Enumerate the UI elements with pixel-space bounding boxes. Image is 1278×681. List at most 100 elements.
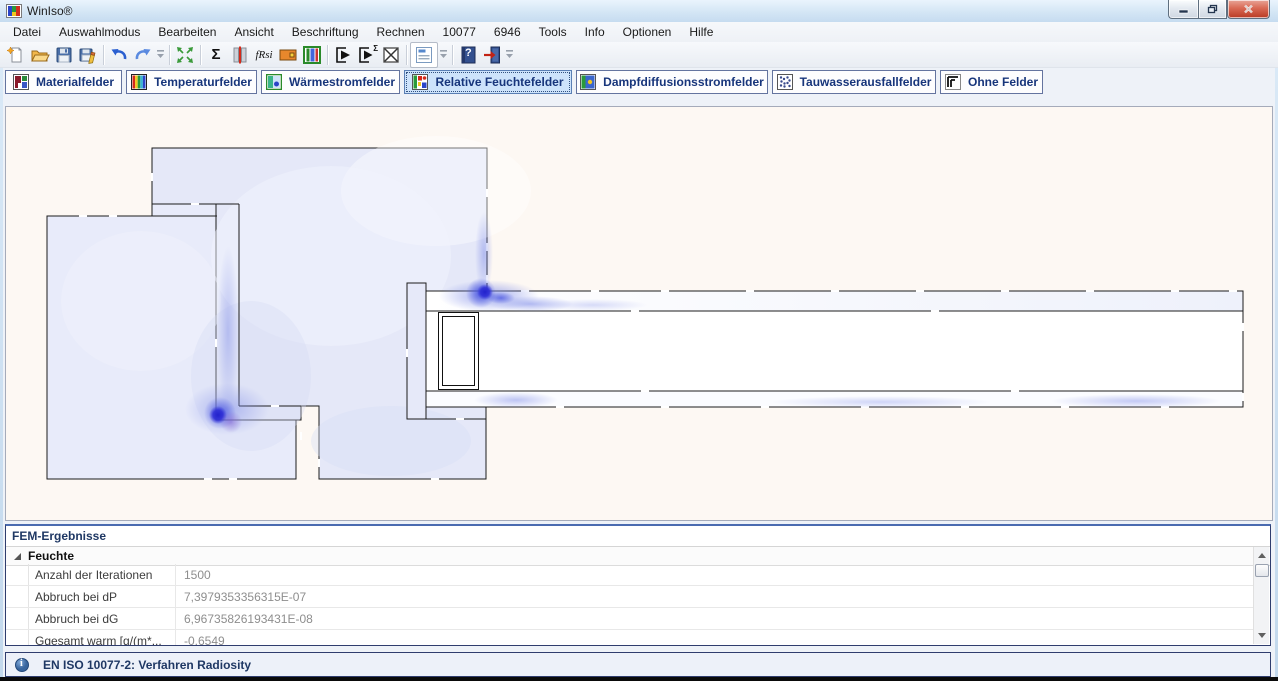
row-value: 6,96735826193431E-08 bbox=[184, 611, 313, 626]
toolbar-overflow-chevron[interactable] bbox=[438, 44, 449, 66]
row-value: 1500 bbox=[184, 567, 211, 582]
zoom-extents-icon[interactable] bbox=[173, 44, 197, 66]
row-value: 7,3979353356315E-07 bbox=[184, 589, 307, 604]
tab-dampfdiffusionsstromfelder[interactable]: Dampfdiffusionsstromfelder bbox=[576, 70, 768, 94]
new-document-icon[interactable] bbox=[4, 44, 28, 66]
fem-group-label: Feuchte bbox=[28, 549, 75, 563]
tab-temperaturfelder[interactable]: Temperaturfelder bbox=[126, 70, 257, 94]
tab-label: Ohne Felder bbox=[967, 75, 1038, 89]
cancel-calculation-icon[interactable] bbox=[379, 44, 403, 66]
ohne-felder-icon bbox=[944, 74, 961, 90]
menu-beschriftung[interactable]: Beschriftung bbox=[283, 23, 368, 41]
layer-fields-icon[interactable] bbox=[300, 44, 324, 66]
redo-icon[interactable] bbox=[131, 44, 155, 66]
tab-tauwasserausfallfelder[interactable]: Tauwasserausfallfelder bbox=[772, 70, 936, 94]
close-button[interactable] bbox=[1227, 0, 1270, 19]
toolbar-separator bbox=[169, 44, 170, 65]
table-row[interactable]: Abbruch bei dG 6,96735826193431E-08 bbox=[6, 608, 1254, 630]
toolbar-separator bbox=[452, 44, 453, 65]
menu-auswahlmodus[interactable]: Auswahlmodus bbox=[50, 23, 149, 41]
undo-icon[interactable] bbox=[107, 44, 131, 66]
frsi-factor-icon[interactable]: fRsi bbox=[252, 44, 276, 66]
toolbar-separator bbox=[327, 44, 328, 65]
toolbar-separator bbox=[103, 44, 104, 65]
fem-panel-title: FEM-Ergebnisse bbox=[6, 526, 1270, 547]
help-book-icon[interactable]: ? bbox=[456, 44, 480, 66]
menu-bar: Datei Auswahlmodus Bearbeiten Ansicht Be… bbox=[0, 22, 1278, 42]
menu-tools[interactable]: Tools bbox=[530, 23, 576, 41]
help-question-glyph: ? bbox=[465, 46, 472, 59]
run-calculation-icon[interactable] bbox=[331, 44, 355, 66]
fem-rows: Anzahl der Iterationen 1500 Abbruch bei … bbox=[6, 564, 1254, 645]
window-frame-left bbox=[0, 0, 3, 677]
materialfelder-icon bbox=[12, 74, 29, 90]
tab-label: Tauwasserausfallfelder bbox=[799, 75, 932, 89]
drawing-canvas[interactable] bbox=[5, 106, 1273, 521]
collapse-expander-icon[interactable] bbox=[14, 552, 21, 560]
app-icon bbox=[6, 3, 22, 19]
row-label: Abbruch bei dP bbox=[29, 586, 176, 607]
exit-door-icon[interactable] bbox=[480, 44, 504, 66]
menu-optionen[interactable]: Optionen bbox=[614, 23, 681, 41]
table-row[interactable]: Anzahl der Iterationen 1500 bbox=[6, 564, 1254, 586]
row-label: Ggesamt warm [g/(m*... bbox=[29, 630, 176, 645]
run-calculation-sum-icon[interactable]: Σ bbox=[355, 44, 379, 66]
tab-label: Wärmestromfelder bbox=[288, 75, 396, 89]
status-text: EN ISO 10077-2: Verfahren Radiosity bbox=[43, 657, 252, 672]
tab-label: Materialfelder bbox=[35, 75, 115, 89]
row-gutter bbox=[6, 608, 29, 629]
menu-rechnen[interactable]: Rechnen bbox=[368, 23, 434, 41]
row-gutter bbox=[6, 586, 29, 607]
open-folder-icon[interactable] bbox=[28, 44, 52, 66]
tauwasserausfallfelder-icon bbox=[776, 74, 793, 90]
app-window: WinIso® Datei Auswahlmodus Bearbeiten An… bbox=[0, 0, 1278, 677]
save-icon[interactable] bbox=[52, 44, 76, 66]
toolbar-overflow-chevron[interactable] bbox=[155, 44, 166, 66]
info-icon: i bbox=[15, 657, 29, 672]
tab-relative-feuchtefelder[interactable]: Relative Feuchtefelder bbox=[404, 70, 572, 94]
menu-bearbeiten[interactable]: Bearbeiten bbox=[149, 23, 225, 41]
row-label: Abbruch bei dG bbox=[29, 608, 176, 629]
menu-6946[interactable]: 6946 bbox=[485, 23, 530, 41]
row-gutter bbox=[6, 630, 29, 645]
scroll-down-arrow[interactable] bbox=[1254, 628, 1269, 643]
menu-ansicht[interactable]: Ansicht bbox=[225, 23, 282, 41]
scrollbar-thumb[interactable] bbox=[1255, 564, 1269, 577]
dampfdiffusionsstromfelder-icon bbox=[580, 74, 597, 90]
fem-results-panel: FEM-Ergebnisse Feuchte Anzahl der Iterat… bbox=[5, 524, 1271, 646]
row-value: -0,6549 bbox=[184, 633, 225, 646]
tab-materialfelder[interactable]: Materialfelder bbox=[5, 70, 122, 94]
restore-button[interactable] bbox=[1198, 0, 1227, 19]
tab-label: Temperaturfelder bbox=[154, 75, 252, 89]
toolbar-separator bbox=[200, 44, 201, 65]
toolbar-overflow-chevron[interactable] bbox=[504, 44, 515, 66]
report-list-icon[interactable] bbox=[410, 41, 438, 68]
scroll-up-arrow[interactable] bbox=[1254, 548, 1269, 563]
tab-label: Dampfdiffusionsstromfelder bbox=[603, 75, 764, 89]
status-bar: i EN ISO 10077-2: Verfahren Radiosity bbox=[5, 652, 1271, 677]
info-glyph: i bbox=[20, 657, 23, 669]
sum-icon[interactable]: Σ bbox=[204, 44, 228, 66]
beam-section-icon[interactable] bbox=[228, 44, 252, 66]
mini-sigma-glyph: Σ bbox=[373, 43, 378, 53]
minimize-button[interactable] bbox=[1168, 0, 1198, 19]
tab-ohne-felder[interactable]: Ohne Felder bbox=[940, 70, 1043, 94]
title-bar: WinIso® bbox=[0, 0, 1278, 23]
vertical-scrollbar[interactable] bbox=[1253, 547, 1269, 644]
window-controls bbox=[1168, 0, 1270, 19]
table-row[interactable]: Ggesamt warm [g/(m*... -0,6549 bbox=[6, 630, 1254, 645]
save-as-icon[interactable] bbox=[76, 44, 100, 66]
fem-humidity-field-drawing bbox=[46, 136, 1244, 480]
toolbar: Σ fRsi Σ ? bbox=[0, 41, 1278, 68]
menu-datei[interactable]: Datei bbox=[4, 23, 50, 41]
menu-10077[interactable]: 10077 bbox=[434, 23, 485, 41]
tab-label: Relative Feuchtefelder bbox=[435, 75, 564, 89]
tab-waermestromfelder[interactable]: Wärmestromfelder bbox=[261, 70, 400, 94]
material-block-icon[interactable] bbox=[276, 44, 300, 66]
row-gutter bbox=[6, 564, 29, 585]
temperaturfelder-icon bbox=[131, 74, 148, 90]
window-title: WinIso® bbox=[27, 4, 73, 18]
menu-info[interactable]: Info bbox=[576, 23, 614, 41]
menu-hilfe[interactable]: Hilfe bbox=[680, 23, 722, 41]
table-row[interactable]: Abbruch bei dP 7,3979353356315E-07 bbox=[6, 586, 1254, 608]
